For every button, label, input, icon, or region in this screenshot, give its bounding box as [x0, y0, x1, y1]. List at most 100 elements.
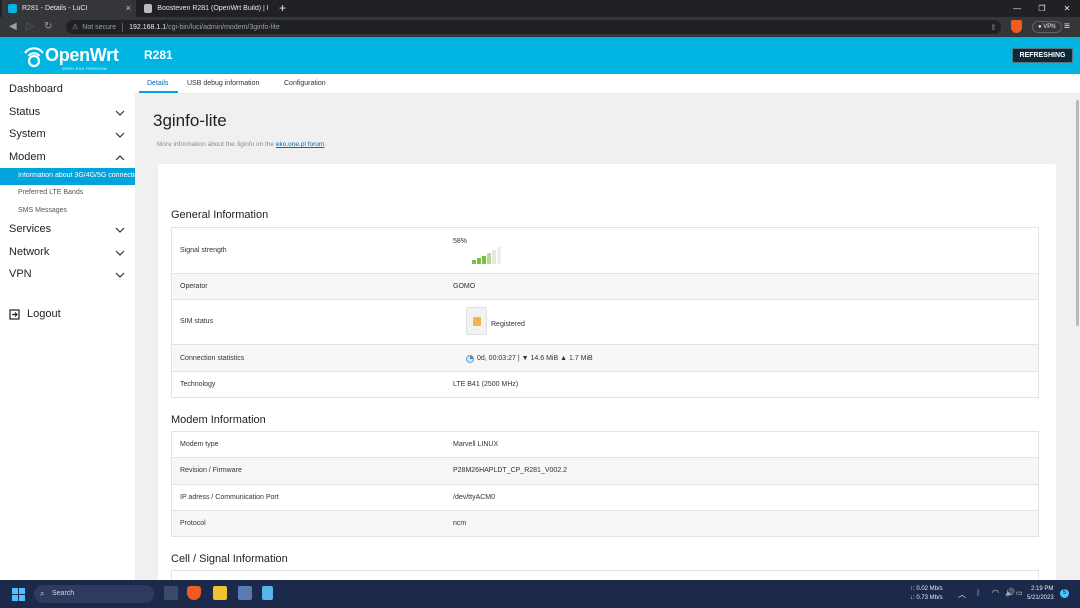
row-key: Protocol [180, 520, 206, 527]
browser-tab[interactable]: Boosteven R281 (OpenWrt Build) | Fo... [138, 0, 274, 17]
refreshing-button[interactable]: REFRESHING [1012, 48, 1073, 63]
table-row: Technology LTE B41 (2500 MHz) [172, 372, 1038, 397]
row-value: ncm [453, 520, 467, 527]
bluetooth-icon[interactable]: ᛒ [976, 588, 981, 597]
sidebar-item-status[interactable]: Status [9, 106, 40, 118]
url-field[interactable]: ⚠ Not secure 192.168.1.1 /cgi-bin/luci/a… [66, 20, 1001, 34]
forum-link[interactable]: eko.one.pl forum [276, 141, 324, 148]
sidebar-subitem-lte-bands[interactable]: Preferred LTE Bands [18, 189, 83, 196]
sidebar-subitem-sms[interactable]: SMS Messages [18, 207, 67, 214]
notification-badge[interactable]: 5 [1060, 589, 1069, 598]
tab-usb-debug[interactable]: USB debug information [187, 80, 259, 87]
sidebar-subitem-3ginfo[interactable]: Information about 3G/4G/5G connection [0, 168, 135, 185]
table-row: SIM status Registered [172, 300, 1038, 345]
row-key: Signal strength [180, 247, 227, 254]
sidebar-subitem-label: Information about 3G/4G/5G connection [18, 172, 135, 179]
row-key: Technology [180, 381, 216, 388]
warning-icon: ⚠ [72, 24, 79, 31]
luci-favicon-icon [8, 4, 17, 13]
share-icon[interactable]: ⇪ [990, 21, 997, 35]
task-view-icon[interactable] [164, 586, 178, 600]
minimize-icon[interactable]: — [1006, 0, 1028, 17]
close-tab-icon[interactable]: × [126, 3, 131, 13]
row-value: Marvell LINUX [453, 441, 499, 448]
sidebar-item-vpn[interactable]: VPN [9, 268, 32, 280]
new-tab-button[interactable]: + [279, 0, 286, 17]
browser-tab-active[interactable]: R281 - Details - LuCI × [2, 0, 136, 17]
sidebar-item-services[interactable]: Services [9, 223, 51, 235]
connection-stats-value: 0d, 00:03:27 | ▼ 14.6 MiB ▲ 1.7 MiB [477, 355, 593, 362]
sidebar-item-network[interactable]: Network [9, 246, 49, 258]
taskbar-search[interactable]: ⌕ Search [34, 585, 154, 603]
url-separator [122, 22, 124, 32]
wifi-icon[interactable]: ◠ [992, 588, 999, 597]
cell-info-table [171, 570, 1039, 580]
row-key: SIM status [180, 318, 214, 325]
chevron-down-icon[interactable] [115, 108, 125, 118]
back-icon[interactable]: ◀ [9, 20, 17, 34]
chevron-down-icon[interactable] [115, 248, 125, 258]
hostname: R281 [144, 48, 173, 62]
table-row: Modem type Marvell LINUX [172, 432, 1038, 458]
net-up-rate: ↑: 0.02 Mb/s [910, 586, 943, 592]
forum-favicon-icon [144, 4, 153, 13]
clock-date[interactable]: 5/21/2023 [1027, 595, 1054, 601]
logout-button[interactable]: Logout [9, 308, 61, 320]
uptime-pie-icon [466, 355, 474, 363]
clock-time[interactable]: 2:19 PM [1031, 586, 1053, 592]
close-window-icon[interactable]: ✕ [1056, 0, 1078, 17]
network-app-icon[interactable] [238, 586, 252, 600]
tray-chevron-icon[interactable]: ︿ [958, 589, 966, 600]
volume-icon[interactable]: 🔊 [1005, 588, 1015, 597]
general-info-table: Signal strength 58% Operator GOMO SIM st… [171, 227, 1039, 398]
chevron-down-icon[interactable] [115, 270, 125, 280]
openwrt-logo[interactable]: OpenWrt WIRELESS FREEDOM [22, 41, 119, 71]
sidebar-item-dashboard[interactable]: Dashboard [9, 83, 63, 95]
tab-configuration[interactable]: Configuration [284, 80, 326, 87]
windows-start-icon[interactable] [12, 588, 25, 601]
logo-tagline: WIRELESS FREEDOM [62, 66, 107, 71]
forward-icon[interactable]: ▷ [26, 20, 34, 34]
windows-taskbar: ⌕ Search ↑: 0.02 Mb/s ↓: 0.73 Mb/s ︿ ᛒ ◠… [0, 580, 1080, 608]
table-row: Revision / Firmware P28M26HAPLDT_CP_R281… [172, 458, 1038, 485]
url-path: /cgi-bin/luci/admin/modem/3ginfo-lite [166, 23, 280, 31]
section-title-cell: Cell / Signal Information [171, 553, 288, 565]
logo-wordmark: OpenWrt [45, 45, 119, 65]
row-key: Connection statistics [180, 355, 245, 362]
brave-browser-icon[interactable] [187, 586, 201, 600]
tab-details[interactable]: Details [147, 80, 168, 87]
battery-icon[interactable]: ▭ [1016, 589, 1023, 597]
page-scrollbar[interactable] [1075, 94, 1080, 580]
row-value: LTE B41 (2500 MHz) [453, 381, 519, 388]
vpn-button[interactable]: ● VPN [1032, 21, 1062, 33]
chevron-up-icon[interactable] [115, 153, 125, 163]
address-bar-row: ◀ ▷ ↻ ⚠ Not secure 192.168.1.1 /cgi-bin/… [0, 17, 1080, 37]
signal-bars-icon [472, 247, 501, 264]
browser-tab-strip: R281 - Details - LuCI × Boosteven R281 (… [0, 0, 1080, 17]
reload-icon[interactable]: ↻ [44, 20, 52, 34]
restore-icon[interactable]: ❐ [1031, 0, 1053, 17]
brave-shield-icon[interactable] [1011, 20, 1022, 33]
notepad-icon[interactable] [262, 586, 273, 600]
menu-icon[interactable]: ≡ [1064, 20, 1070, 34]
sim-status-value: Registered [491, 321, 525, 328]
sidebar-item-system[interactable]: System [9, 128, 46, 140]
file-explorer-icon[interactable] [213, 586, 227, 600]
page-description: More information about the 3ginfo on the… [157, 141, 326, 148]
table-row: Operator GOMO [172, 274, 1038, 300]
net-down-rate: ↓: 0.73 Mb/s [910, 595, 943, 601]
description-end: . [324, 141, 327, 148]
row-key: Operator [180, 283, 208, 290]
sim-card-icon [466, 307, 487, 335]
sidebar: Dashboard Status System Modem Informatio… [0, 74, 135, 580]
vpn-label: VPN [1043, 24, 1056, 30]
scrollbar-thumb[interactable] [1076, 100, 1079, 326]
security-label: Not secure [82, 23, 117, 31]
url-host: 192.168.1.1 [129, 23, 167, 31]
chevron-down-icon[interactable] [115, 225, 125, 235]
signal-percent: 58% [453, 238, 468, 245]
chevron-down-icon[interactable] [115, 130, 125, 140]
sidebar-item-modem[interactable]: Modem [9, 151, 46, 163]
row-value: GOMO [453, 283, 476, 290]
table-row: Connection statistics 0d, 00:03:27 | ▼ 1… [172, 345, 1038, 372]
